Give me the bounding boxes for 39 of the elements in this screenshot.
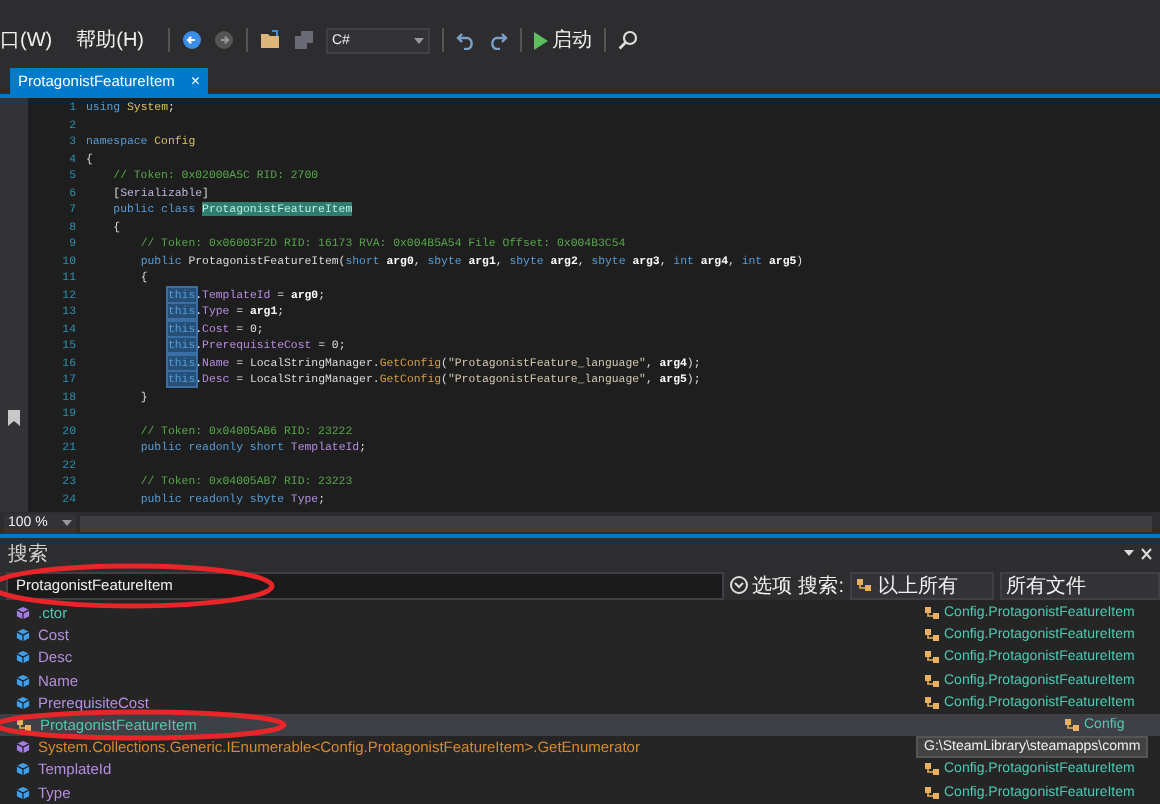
field-cube-icon xyxy=(16,650,30,665)
caret-icon xyxy=(62,520,72,526)
bookmark-icon xyxy=(8,410,20,426)
class-icon xyxy=(924,650,940,665)
play-icon xyxy=(534,31,548,49)
field-cube-icon xyxy=(16,762,30,777)
class-icon xyxy=(16,718,32,733)
field-cube-icon xyxy=(16,695,30,710)
forward-icon[interactable] xyxy=(214,30,234,50)
class-icon xyxy=(856,578,872,592)
options-button[interactable]: 选项 xyxy=(730,571,793,599)
close-button[interactable]: × xyxy=(190,72,201,90)
class-icon xyxy=(924,762,940,777)
scope-label: 搜索: xyxy=(798,573,844,599)
panel-title: 搜索 xyxy=(8,541,48,568)
class-icon xyxy=(924,673,940,688)
class-icon xyxy=(924,628,940,643)
menu-item[interactable]: 口(W) xyxy=(0,26,53,54)
caret-icon xyxy=(414,37,424,43)
folder-icon[interactable] xyxy=(260,30,282,50)
method-cube-icon xyxy=(16,606,30,621)
back-icon[interactable] xyxy=(182,30,202,50)
close-icon[interactable] xyxy=(1124,548,1152,560)
field-cube-icon xyxy=(16,673,30,688)
class-icon xyxy=(924,695,940,710)
scope-dropdown[interactable]: 以上所有 xyxy=(850,571,994,599)
class-icon xyxy=(924,785,940,800)
search-icon[interactable] xyxy=(618,30,638,50)
field-cube-icon xyxy=(16,628,30,643)
class-icon xyxy=(924,606,940,621)
start-button[interactable]: 启动 xyxy=(534,26,592,54)
redo-icon[interactable] xyxy=(488,30,508,50)
horizontal-scrollbar[interactable] xyxy=(80,515,1152,531)
method-cube-icon xyxy=(16,740,30,755)
menu-item[interactable]: 帮助(H) xyxy=(76,26,144,54)
class-icon xyxy=(1064,718,1080,733)
undo-icon[interactable] xyxy=(456,30,476,50)
chevron-down-icon xyxy=(730,576,749,594)
files-dropdown[interactable]: 所有文件 xyxy=(1000,571,1160,599)
